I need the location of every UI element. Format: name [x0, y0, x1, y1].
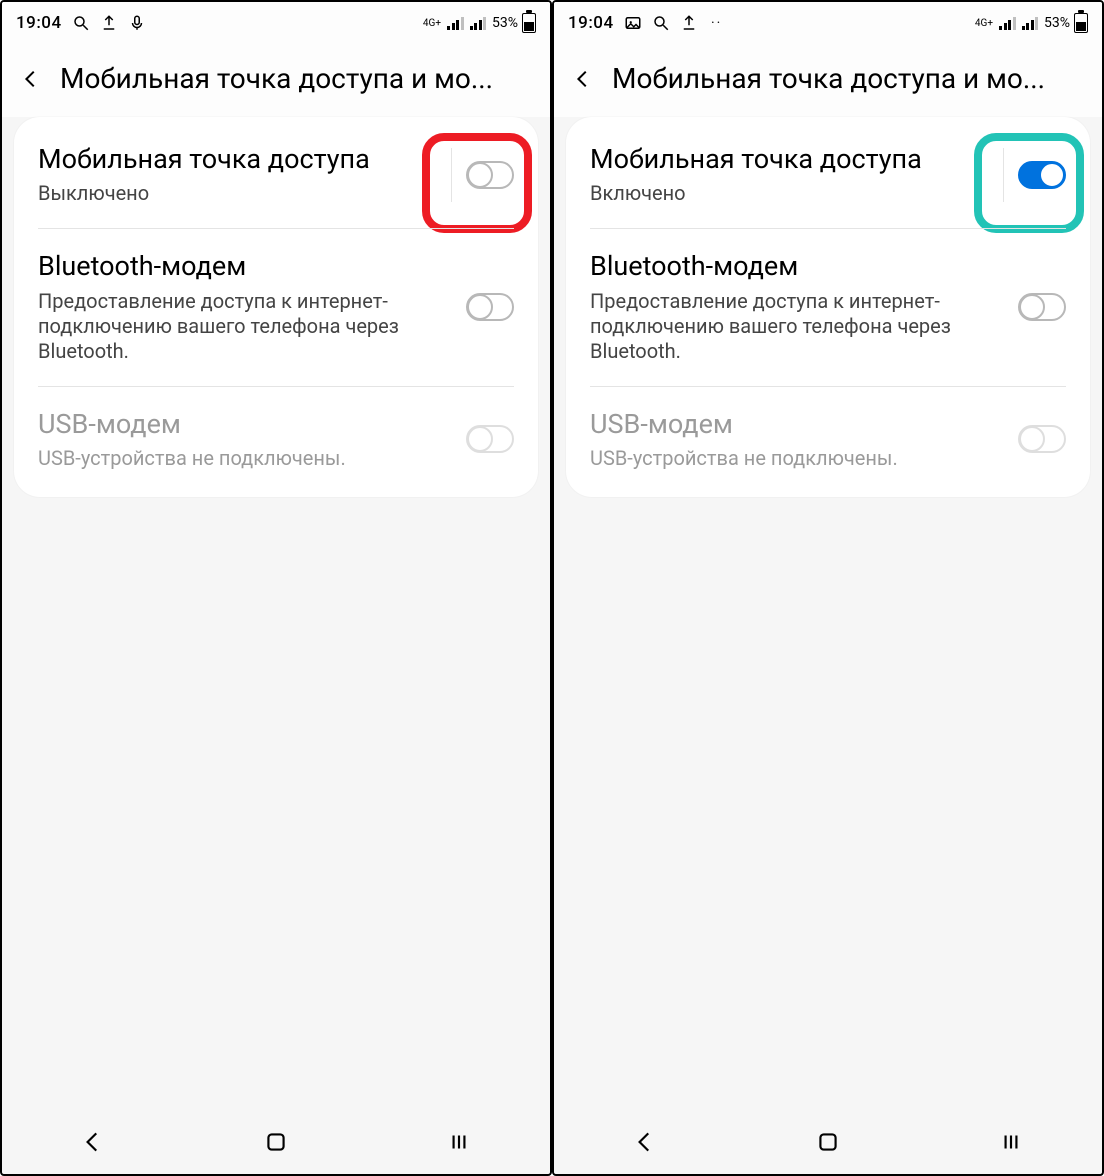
system-nav-bar	[554, 1118, 1102, 1174]
chevron-left-icon	[632, 1129, 658, 1155]
battery-icon	[522, 13, 536, 33]
status-time: 19:04	[16, 13, 62, 33]
chevron-left-icon	[80, 1129, 106, 1155]
page-title: Мобильная точка доступа и мо...	[60, 62, 536, 95]
row-title: Мобильная точка доступа	[38, 143, 435, 175]
nav-back-button[interactable]	[80, 1129, 106, 1159]
signal-icon	[470, 16, 487, 30]
status-bar: 19:04 ·· 4G+ 53%	[554, 2, 1102, 44]
row-title: Bluetooth-модем	[38, 250, 454, 282]
row-mobile-hotspot[interactable]: Мобильная точка доступа Включено	[566, 121, 1090, 228]
more-icon: ··	[708, 14, 726, 32]
square-icon	[815, 1129, 841, 1155]
back-button[interactable]	[16, 64, 46, 94]
row-subtitle: Предоставление доступа к интернет-подклю…	[590, 289, 1006, 364]
chevron-left-icon	[572, 68, 594, 90]
search-icon	[652, 14, 670, 32]
row-bluetooth-tether[interactable]: Bluetooth-модем Предоставление доступа к…	[566, 228, 1090, 385]
battery-pct: 53%	[1044, 15, 1070, 31]
chevron-left-icon	[20, 68, 42, 90]
row-usb-tether: USB-модем USB-устройства не подключены.	[566, 386, 1090, 493]
settings-card: Мобильная точка доступа Включено Bluetoo…	[566, 117, 1090, 497]
upload-icon	[680, 14, 698, 32]
usb-toggle	[466, 425, 514, 453]
row-bluetooth-tether[interactable]: Bluetooth-модем Предоставление доступа к…	[14, 228, 538, 385]
row-subtitle: Включено	[590, 181, 987, 206]
row-mobile-hotspot[interactable]: Мобильная точка доступа Выключено	[14, 121, 538, 228]
signal-icon	[447, 16, 464, 30]
row-title: Bluetooth-модем	[590, 250, 1006, 282]
usb-toggle	[1018, 425, 1066, 453]
row-title: USB-модем	[38, 408, 454, 440]
row-subtitle: USB-устройства не подключены.	[38, 446, 454, 471]
three-bars-icon	[446, 1129, 472, 1155]
system-nav-bar	[2, 1118, 550, 1174]
signal-icon	[999, 16, 1016, 30]
nav-home-button[interactable]	[263, 1129, 289, 1159]
nav-recents-button[interactable]	[998, 1129, 1024, 1159]
row-title: Мобильная точка доступа	[590, 143, 987, 175]
row-title: USB-модем	[590, 408, 1006, 440]
search-icon	[72, 14, 90, 32]
hotspot-toggle[interactable]	[1018, 161, 1066, 189]
status-time: 19:04	[568, 13, 614, 33]
battery-icon	[1074, 13, 1088, 33]
nav-recents-button[interactable]	[446, 1129, 472, 1159]
battery-pct: 53%	[492, 15, 518, 31]
divider-vertical	[451, 148, 452, 202]
page-header: Мобильная точка доступа и мо...	[2, 44, 550, 117]
mic-icon	[128, 14, 146, 32]
bluetooth-toggle[interactable]	[466, 293, 514, 321]
image-icon	[624, 14, 642, 32]
network-type: 4G+	[423, 19, 441, 28]
hotspot-toggle[interactable]	[466, 161, 514, 189]
phone-screen-left: 19:04 4G+ 53% Мобильная точка доступа и …	[0, 0, 552, 1176]
row-subtitle: USB-устройства не подключены.	[590, 446, 1006, 471]
page-header: Мобильная точка доступа и мо...	[554, 44, 1102, 117]
row-usb-tether: USB-модем USB-устройства не подключены.	[14, 386, 538, 493]
divider-vertical	[1003, 148, 1004, 202]
square-icon	[263, 1129, 289, 1155]
three-bars-icon	[998, 1129, 1024, 1155]
back-button[interactable]	[568, 64, 598, 94]
signal-icon	[1022, 16, 1039, 30]
status-bar: 19:04 4G+ 53%	[2, 2, 550, 44]
page-title: Мобильная точка доступа и мо...	[612, 62, 1088, 95]
settings-card: Мобильная точка доступа Выключено Blueto…	[14, 117, 538, 497]
row-subtitle: Выключено	[38, 181, 435, 206]
network-type: 4G+	[975, 19, 993, 28]
nav-back-button[interactable]	[632, 1129, 658, 1159]
battery-indicator: 53%	[492, 13, 536, 33]
row-subtitle: Предоставление доступа к интернет-подклю…	[38, 289, 454, 364]
nav-home-button[interactable]	[815, 1129, 841, 1159]
upload-icon	[100, 14, 118, 32]
battery-indicator: 53%	[1044, 13, 1088, 33]
phone-screen-right: 19:04 ·· 4G+ 53% Мобильная точка доступа…	[552, 0, 1104, 1176]
bluetooth-toggle[interactable]	[1018, 293, 1066, 321]
